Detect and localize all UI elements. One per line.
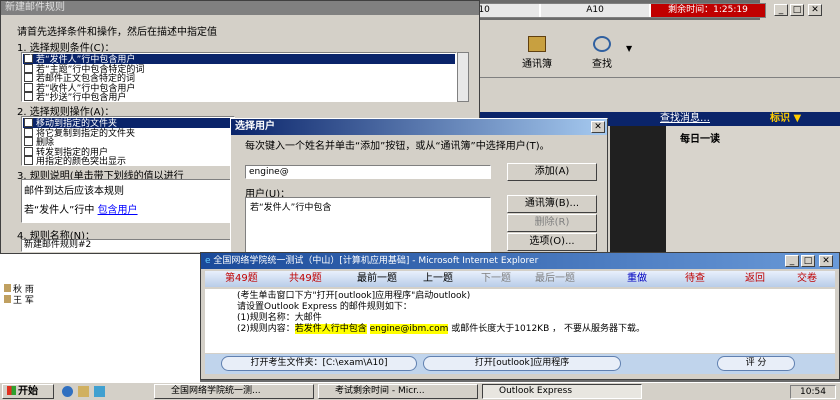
highlight-sender: 若发件人行中包含 (294, 324, 367, 334)
condition-item[interactable]: 若邮件正文包含特定的词 (23, 73, 455, 84)
daily-tip-title: 每日一读 (680, 134, 720, 145)
open-folder-button[interactable]: 打开考生文件夹：[C:\exam\A10] (221, 356, 417, 371)
contacts-toolbar-button[interactable]: 通讯簿 (514, 34, 560, 74)
checkbox-icon[interactable] (24, 92, 33, 101)
description-box: 邮件到达后应该本规则 若“发件人”行中 包含用户 (21, 179, 235, 223)
system-clock: 10:54 (790, 385, 836, 399)
next-question-button[interactable]: 下一题 (481, 271, 511, 287)
checkbox-icon[interactable] (24, 73, 33, 82)
checkbox-icon[interactable] (24, 137, 33, 146)
checkbox-icon[interactable] (24, 146, 33, 156)
exam-minimize-button[interactable]: _ (785, 255, 799, 267)
contains-user-link[interactable]: 包含用户 (98, 205, 138, 216)
contact-icon (4, 295, 11, 303)
taskbar-item-exam[interactable]: 全国网络学院统一测... (154, 384, 314, 399)
maximize-button[interactable]: □ (790, 4, 804, 16)
checkbox-icon[interactable] (24, 127, 33, 137)
select-user-instruction: 每次键入一个姓名并单击“添加”按钮，或从“通讯簿”中选择用户(T)。 (245, 141, 550, 152)
options-button[interactable]: 选项(O)... (507, 233, 597, 251)
last-question-button[interactable]: 最后一题 (535, 271, 575, 287)
oe-toolbar: 通讯簿 查找 ▼ (480, 30, 840, 78)
question-number: 第49题 (225, 273, 258, 284)
close-icon[interactable]: ✕ (591, 121, 605, 133)
daily-tip-pane: 每日一读 (666, 126, 840, 252)
exam-window: e 全国网络学院统一测试（中山）[计算机应用基础] - Microsoft In… (200, 252, 840, 380)
rule-instruction: 请首先选择条件和操作，然后在描述中指定值 (17, 27, 217, 38)
condition-item[interactable]: 若“发件人”行中包含用户 (23, 52, 455, 65)
question-line4: (2)规则内容：若发件人行中包含 engine@ibm.com 或邮件长度大于1… (237, 324, 645, 334)
checkbox-icon[interactable] (24, 118, 33, 127)
condition-item[interactable]: 若“收件人”行中包含用户 (23, 82, 455, 94)
condition-item[interactable]: 若“主题”行中包含特定的词 (23, 63, 455, 75)
hand-in-button[interactable]: 交卷 (797, 271, 817, 287)
conditions-scrollbar[interactable] (457, 52, 469, 102)
user-entry[interactable]: 若“发件人”行中包含 (250, 200, 486, 213)
exam-button-bar: 打开考生文件夹：[C:\exam\A10] 打开[outlook]应用程序 评 … (205, 354, 835, 374)
redo-button[interactable]: 重做 (627, 271, 647, 287)
action-item[interactable]: 移动到指定的文件夹 (23, 118, 233, 129)
quicklaunch-outlook-icon[interactable] (78, 386, 89, 397)
address-book-icon (528, 36, 546, 52)
exam-maximize-button[interactable]: □ (801, 255, 815, 267)
question-line1: (考生单击窗口下方"打开[outlook]应用程序"启动outlook) (237, 291, 471, 301)
taskbar-item-outlook[interactable]: Outlook Express (482, 384, 642, 399)
prev-question-button[interactable]: 上一题 (423, 271, 453, 287)
description-line1: 邮件到达后应该本规则 (24, 186, 124, 197)
actions-list[interactable]: 移动到指定的文件夹 将它复制到指定的文件夹 删除 转发到指定的用户 用指定的颜色… (21, 116, 235, 167)
exam-close-button[interactable]: ✕ (819, 255, 833, 267)
checkbox-icon[interactable] (24, 156, 33, 165)
toolbar-dropdown-icon[interactable]: ▼ (626, 44, 632, 53)
conditions-list[interactable]: 若“发件人”行中包含用户 若“主题”行中包含特定的词 若邮件正文包含特定的词 若… (21, 52, 457, 103)
action-item[interactable]: 用指定的颜色突出显示 (23, 156, 233, 167)
delete-button[interactable]: 删除(R) (507, 214, 597, 232)
user-name-input[interactable]: engine@ (245, 165, 491, 179)
first-question-button[interactable]: 最前一题 (357, 271, 397, 287)
return-button[interactable]: 返回 (745, 271, 765, 287)
quicklaunch-desktop-icon[interactable] (94, 386, 105, 397)
contacts-pane: 秋 雨 王 军 (0, 254, 200, 382)
rule-dialog-titlebar: 新建邮件规则 (1, 1, 479, 15)
taskbar: 开始 全国网络学院统一测... 考试剩余时间 - Micr... Outlook… (0, 382, 840, 400)
users-list[interactable]: 若“发件人”行中包含 (245, 197, 491, 253)
description-line2: 若“发件人”行中 (24, 205, 95, 216)
question-body: (考生单击窗口下方"打开[outlook]应用程序"启动outlook) 请设置… (205, 289, 835, 353)
open-outlook-button[interactable]: 打开[outlook]应用程序 (423, 356, 621, 371)
action-item[interactable]: 转发到指定的用户 (23, 146, 233, 158)
close-button[interactable]: ✕ (808, 4, 822, 16)
highlight-email: engine@ibm.com (369, 324, 449, 334)
start-button[interactable]: 开始 (2, 384, 54, 399)
minimize-button[interactable]: _ (774, 4, 788, 16)
checkbox-checked-icon[interactable] (24, 52, 33, 64)
question-line2: 请设置Outlook Express 的邮件规则如下： (237, 302, 412, 312)
add-button[interactable]: 添加(A) (507, 163, 597, 181)
address-book-button[interactable]: 通讯簿(B)... (507, 195, 597, 213)
select-user-titlebar: 选择用户 (231, 119, 607, 135)
rule-name-input[interactable]: 新建邮件规则#2 (21, 239, 235, 252)
remaining-time: 剩余时间：1:25:19 (651, 4, 765, 17)
checkbox-icon[interactable] (24, 63, 33, 73)
total-questions: 共49题 (289, 273, 322, 284)
checkbox-icon[interactable] (24, 82, 33, 92)
quicklaunch-ie-icon[interactable] (62, 386, 73, 397)
find-toolbar-button[interactable]: 查找 (582, 34, 622, 74)
exam-code-2: A10 (541, 4, 649, 17)
taskbar-item-timer[interactable]: 考试剩余时间 - Micr... (318, 384, 478, 399)
select-user-dialog: 选择用户 ✕ 每次键入一个姓名并单击“添加”按钮，或从“通讯簿”中选择用户(T)… (230, 118, 608, 254)
exam-nav-bar: 第49题 共49题 最前一题 上一题 下一题 最后一题 重做 待查 返回 交卷 (205, 271, 835, 287)
contact-icon (4, 284, 11, 292)
identity-menu[interactable]: 标识 ▼ (770, 112, 801, 126)
score-button[interactable]: 评 分 (717, 356, 795, 371)
find-message-link[interactable]: 查找消息… (660, 112, 710, 126)
contact-item[interactable]: 王 军 (4, 293, 34, 306)
find-icon (593, 36, 611, 52)
top-window-controls: _ □ ✕ (760, 0, 840, 20)
pending-button[interactable]: 待查 (685, 271, 705, 287)
exam-window-titlebar: e 全国网络学院统一测试（中山）[计算机应用基础] - Microsoft In… (201, 253, 839, 269)
action-item[interactable]: 将它复制到指定的文件夹 (23, 127, 233, 139)
question-line3: (1)规则名称：大邮件 (237, 313, 322, 323)
condition-item[interactable]: 若“抄送”行中包含用户 (23, 92, 455, 103)
windows-logo-icon (7, 386, 16, 395)
